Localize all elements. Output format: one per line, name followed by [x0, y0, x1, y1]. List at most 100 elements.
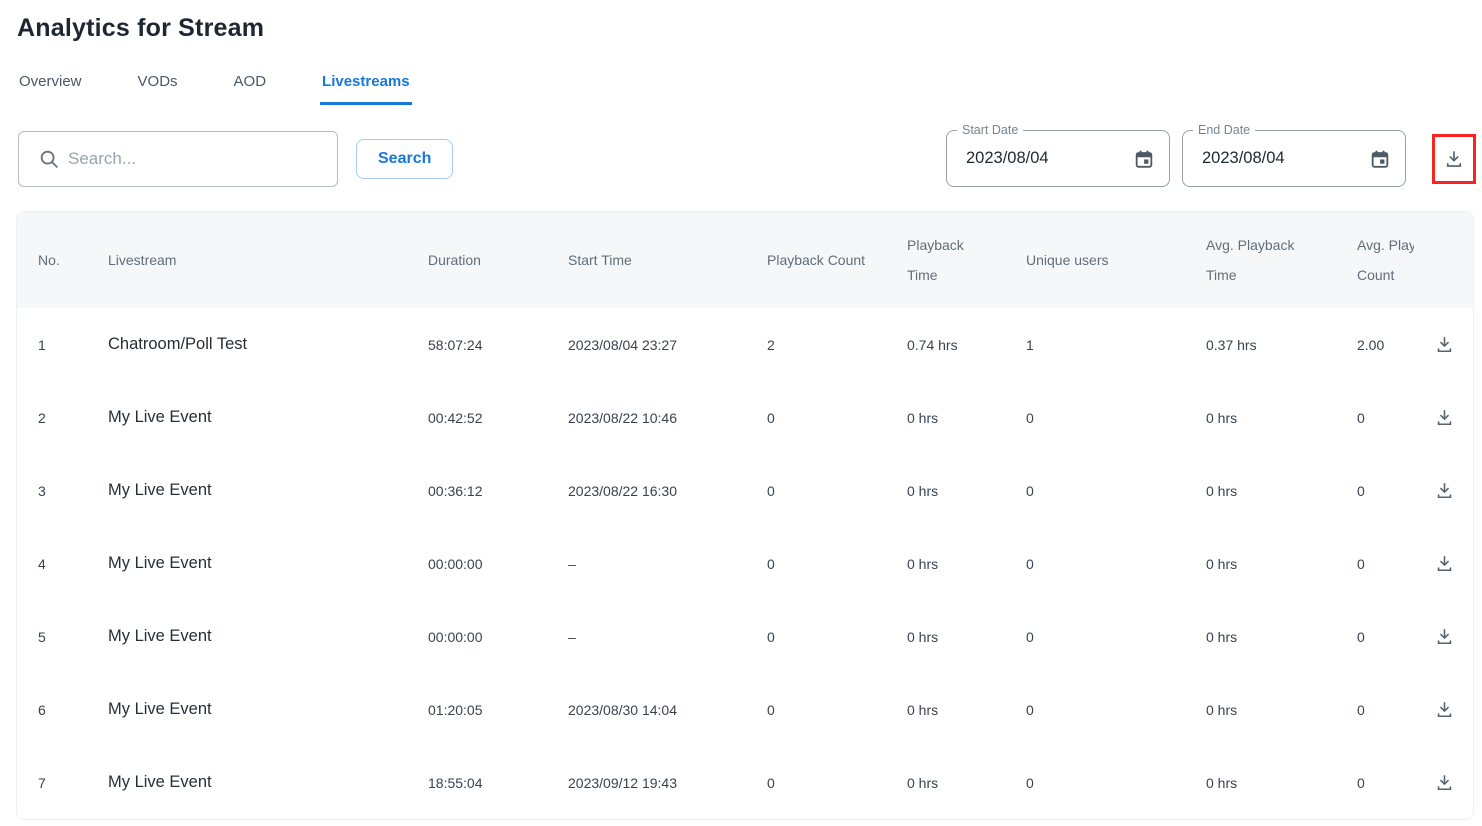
table-row: 3My Live Event00:36:122023/08/22 16:3000…: [17, 454, 1473, 527]
column-header-unique-users: Unique users: [1026, 245, 1206, 275]
download-icon: [1435, 627, 1454, 646]
table-row: 4My Live Event00:00:00–00 hrs00 hrs0: [17, 527, 1473, 600]
cell-avg-playback-count: 2.00: [1357, 337, 1414, 353]
table-row: 7My Live Event18:55:042023/09/12 19:4300…: [17, 746, 1473, 819]
calendar-icon[interactable]: [1367, 146, 1393, 172]
start-date-field[interactable]: Start Date: [946, 130, 1170, 187]
cell-start-time: –: [568, 629, 767, 645]
tab-vods[interactable]: VODs: [136, 73, 180, 105]
cell-playback-time: 0 hrs: [907, 775, 1026, 791]
cell-playback-time: 0 hrs: [907, 702, 1026, 718]
download-icon: [1435, 408, 1454, 427]
cell-start-time: 2023/08/22 10:46: [568, 410, 767, 426]
search-box: [18, 131, 338, 187]
cell-duration: 01:20:05: [428, 702, 568, 718]
cell-playback-count: 0: [767, 775, 907, 791]
download-icon: [1435, 700, 1454, 719]
cell-avg-playback-count: 0: [1357, 702, 1414, 718]
toolbar: Search Start Date End Date: [18, 130, 1476, 187]
start-date-input[interactable]: [964, 131, 1114, 186]
cell-start-time: 2023/08/04 23:27: [568, 337, 767, 353]
cell-playback-time: 0.74 hrs: [907, 337, 1026, 353]
cell-no: 1: [38, 337, 108, 353]
table-row: 5My Live Event00:00:00–00 hrs00 hrs0: [17, 600, 1473, 673]
table-row: 2My Live Event00:42:522023/08/22 10:4600…: [17, 381, 1473, 454]
table-header-row: No.LivestreamDurationStart TimePlayback …: [17, 212, 1473, 308]
cell-playback-count: 0: [767, 629, 907, 645]
cell-livestream: My Live Event: [108, 773, 428, 792]
cell-duration: 00:00:00: [428, 556, 568, 572]
row-download-button[interactable]: [1431, 404, 1458, 431]
cell-livestream: My Live Event: [108, 554, 428, 573]
cell-unique-users: 0: [1026, 702, 1206, 718]
cell-avg-playback-time: 0 hrs: [1206, 702, 1357, 718]
row-download-button[interactable]: [1431, 696, 1458, 723]
cell-avg-playback-time: 0 hrs: [1206, 483, 1357, 499]
cell-avg-playback-count: 0: [1357, 410, 1414, 426]
end-date-input[interactable]: [1200, 131, 1350, 186]
cell-start-time: 2023/09/12 19:43: [568, 775, 767, 791]
column-header-avg-playback-count: Avg. PlaybackCount: [1357, 230, 1414, 290]
cell-avg-playback-count: 0: [1357, 556, 1414, 572]
column-header-duration: Duration: [428, 245, 568, 275]
cell-no: 2: [38, 410, 108, 426]
cell-start-time: 2023/08/30 14:04: [568, 702, 767, 718]
cell-no: 4: [38, 556, 108, 572]
cell-duration: 00:00:00: [428, 629, 568, 645]
page-title: Analytics for Stream: [17, 14, 1482, 43]
cell-playback-count: 0: [767, 556, 907, 572]
cell-avg-playback-time: 0 hrs: [1206, 775, 1357, 791]
cell-avg-playback-count: 0: [1357, 483, 1414, 499]
livestreams-table: No.LivestreamDurationStart TimePlayback …: [16, 211, 1474, 820]
cell-unique-users: 0: [1026, 629, 1206, 645]
cell-playback-count: 0: [767, 483, 907, 499]
cell-no: 6: [38, 702, 108, 718]
cell-playback-time: 0 hrs: [907, 629, 1026, 645]
tab-bar: Overview VODs AOD Livestreams: [17, 73, 1482, 105]
row-download-button[interactable]: [1431, 769, 1458, 796]
cell-unique-users: 0: [1026, 556, 1206, 572]
cell-avg-playback-time: 0 hrs: [1206, 556, 1357, 572]
column-header-start-time: Start Time: [568, 245, 767, 275]
cell-start-time: 2023/08/22 16:30: [568, 483, 767, 499]
table-row: 1Chatroom/Poll Test58:07:242023/08/04 23…: [17, 308, 1473, 381]
row-download-button[interactable]: [1431, 477, 1458, 504]
cell-avg-playback-count: 0: [1357, 629, 1414, 645]
cell-avg-playback-count: 0: [1357, 775, 1414, 791]
cell-unique-users: 0: [1026, 483, 1206, 499]
search-input[interactable]: [66, 148, 325, 170]
calendar-icon[interactable]: [1131, 146, 1157, 172]
cell-playback-time: 0 hrs: [907, 483, 1026, 499]
tab-overview[interactable]: Overview: [17, 73, 84, 105]
cell-playback-time: 0 hrs: [907, 556, 1026, 572]
cell-livestream: My Live Event: [108, 481, 428, 500]
cell-livestream: My Live Event: [108, 627, 428, 646]
end-date-field[interactable]: End Date: [1182, 130, 1406, 187]
row-download-button[interactable]: [1431, 331, 1458, 358]
download-icon: [1444, 149, 1464, 169]
row-download-button[interactable]: [1431, 550, 1458, 577]
column-header-playback-time: PlaybackTime: [907, 230, 1026, 290]
row-download-button[interactable]: [1431, 623, 1458, 650]
column-header-livestream: Livestream: [108, 245, 428, 275]
cell-playback-count: 0: [767, 410, 907, 426]
cell-avg-playback-time: 0 hrs: [1206, 629, 1357, 645]
cell-duration: 18:55:04: [428, 775, 568, 791]
cell-livestream: My Live Event: [108, 408, 428, 427]
tab-aod[interactable]: AOD: [232, 73, 269, 105]
cell-unique-users: 1: [1026, 337, 1206, 353]
cell-livestream: Chatroom/Poll Test: [108, 335, 428, 354]
cell-start-time: –: [568, 556, 767, 572]
download-icon: [1435, 481, 1454, 500]
cell-playback-count: 0: [767, 702, 907, 718]
search-button[interactable]: Search: [356, 139, 453, 179]
cell-livestream: My Live Event: [108, 700, 428, 719]
table-row: 6My Live Event01:20:052023/08/30 14:0400…: [17, 673, 1473, 746]
export-download-button[interactable]: [1432, 134, 1476, 184]
column-header-playback-count: Playback Count: [767, 245, 907, 275]
tab-livestreams[interactable]: Livestreams: [320, 73, 412, 105]
download-icon: [1435, 554, 1454, 573]
cell-duration: 58:07:24: [428, 337, 568, 353]
download-icon: [1435, 335, 1454, 354]
cell-duration: 00:42:52: [428, 410, 568, 426]
